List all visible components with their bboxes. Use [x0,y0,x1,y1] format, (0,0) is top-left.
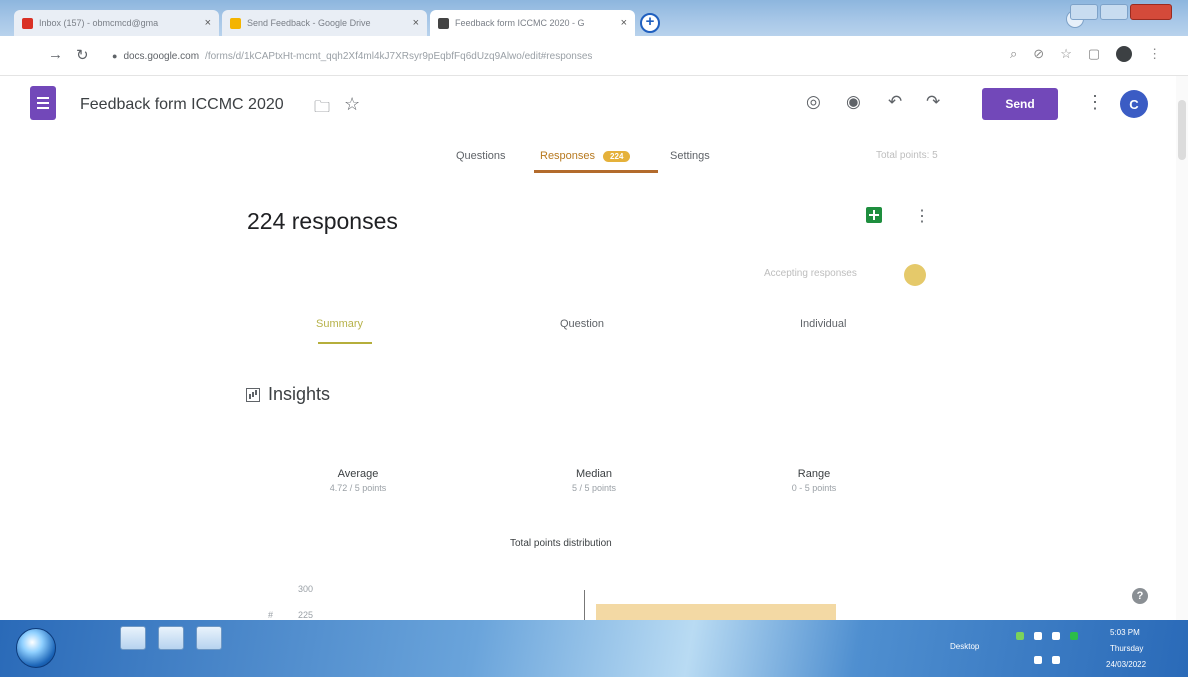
chart-axis-line [584,590,585,620]
star-icon[interactable]: ☆ [344,94,360,115]
security-icon[interactable] [1070,632,1078,640]
toolbar-icons: ⌕ ⊘ ☆ ▢ ⋮ [1010,46,1161,62]
account-avatar[interactable]: C [1120,90,1148,118]
reading-list-icon[interactable]: ▢ [1088,46,1100,62]
tab-title: Inbox (157) - obmcmcd@gma [39,18,159,28]
stat-label: Range [797,468,831,480]
menu-kebab-icon[interactable]: ⋮ [1148,46,1161,62]
reload-icon[interactable]: ↻ [76,46,89,64]
lock-icon: ● [112,51,118,61]
accepting-responses-toggle[interactable] [904,264,926,286]
url-path: /forms/d/1kCAPtxHt-mcmt_qqh2Xf4ml4kJ7XRs… [205,50,593,62]
stat-value: 5 / 5 points [571,483,617,493]
sheets-icon[interactable] [866,207,882,223]
y-tick-label: 300 [298,584,314,594]
taskbar-ie-icon[interactable] [120,626,146,650]
responses-count-badge: 224 [603,151,631,162]
clock-time[interactable]: 5:03 PM [1110,628,1140,637]
stat-value: 0 - 5 points [791,483,837,493]
stat-range: Range 0 - 5 points [754,468,874,493]
close-icon[interactable]: × [205,17,211,29]
browser-tab-forms[interactable]: Feedback form ICCMC 2020 - G × [430,10,635,36]
url-host: docs.google.com [123,50,200,62]
close-icon[interactable]: × [621,17,627,29]
stat-average: Average 4.72 / 5 points [298,468,418,493]
browser-tab-gmail[interactable]: Inbox (157) - obmcmcd@gma × [14,10,219,36]
drive-icon [230,17,241,29]
network-icon[interactable] [1016,632,1024,640]
subtab-summary[interactable]: Summary [316,318,363,330]
stat-label: Median [575,468,613,480]
chart-bar [596,604,836,620]
bookmark-star-icon[interactable]: ☆ [1060,46,1072,62]
tab-questions[interactable]: Questions [456,150,506,162]
forms-header: Feedback form ICCMC 2020 🗀 ☆ ◎ ◉ ↶ ↷ Sen… [0,76,1188,136]
search-icon[interactable]: ⌕ [1010,46,1017,62]
preview-eye-icon[interactable]: ◉ [846,92,861,112]
tab-responses-label: Responses [540,150,596,162]
stat-value: 4.72 / 5 points [329,483,387,493]
tab-title: Send Feedback - Google Drive [247,18,371,28]
y-axis-label: # [268,610,274,620]
flag-icon[interactable] [1052,632,1060,640]
close-icon[interactable]: × [413,17,419,29]
tab-title: Feedback form ICCMC 2020 - G [455,18,585,28]
close-window-button[interactable] [1130,4,1172,20]
address-bar: → ↻ ● docs.google.com /forms/d/1kCAPtxHt… [0,36,1188,76]
active-tab-indicator [534,170,658,173]
new-tab-button[interactable]: + [640,13,660,33]
stat-label: Average [337,468,379,480]
desktop-toolbar-label[interactable]: Desktop [950,642,979,651]
taskbar-explorer-icon[interactable] [158,626,184,650]
insights-chart-icon [246,388,260,402]
chart-title: Total points distribution [510,538,612,549]
subtab-indicator [318,342,372,344]
maximize-button[interactable] [1100,4,1128,20]
tray-icon[interactable] [1052,656,1060,664]
send-button[interactable]: Send [982,88,1058,120]
customize-theme-icon[interactable]: ◎ [806,92,821,112]
subtab-question[interactable]: Question [560,318,604,330]
accepting-responses-label: Accepting responses [764,268,857,279]
scrollbar-thumb[interactable] [1178,100,1186,160]
windows-taskbar: Desktop 5:03 PM Thursday 24/03/2022 [0,620,1188,677]
extension-icon[interactable]: ⊘ [1033,46,1044,62]
clock-day[interactable]: Thursday [1110,644,1143,653]
url-field[interactable]: ● docs.google.com /forms/d/1kCAPtxHt-mcm… [112,45,982,67]
tab-responses[interactable]: Responses 224 [540,150,631,162]
minimize-button[interactable] [1070,4,1098,20]
folder-icon[interactable]: 🗀 [314,96,330,123]
clock-date[interactable]: 24/03/2022 [1106,660,1146,669]
undo-icon[interactable]: ↶ [888,92,902,112]
forms-tab-icon [438,17,449,29]
profile-avatar-icon[interactable] [1116,46,1133,62]
window-controls [1070,4,1172,20]
insights-title: Insights [268,384,331,404]
browser-tab-strip: Inbox (157) - obmcmcd@gma × Send Feedbac… [0,0,1188,36]
more-options-icon[interactable]: ⋮ [1086,92,1104,113]
tray-icon[interactable] [1034,656,1042,664]
start-button[interactable] [16,628,56,668]
stat-median: Median 5 / 5 points [534,468,654,493]
back-arrow-icon[interactable]: → [48,46,63,63]
volume-icon[interactable] [1034,632,1042,640]
responses-count: 224 responses [247,208,398,234]
form-title[interactable]: Feedback form ICCMC 2020 [80,96,284,114]
subtab-individual[interactable]: Individual [800,318,846,330]
redo-icon[interactable]: ↷ [926,92,940,112]
help-icon[interactable]: ? [1132,588,1148,604]
gmail-icon [22,17,33,29]
form-tabs: Questions Responses 224 Settings Total po… [0,136,1188,176]
responses-more-icon[interactable]: ⋮ [914,206,930,226]
google-forms-logo-icon[interactable] [30,86,56,120]
browser-tab-drive[interactable]: Send Feedback - Google Drive × [222,10,427,36]
total-points-label: Total points: 5 [876,150,938,161]
taskbar-app-icon[interactable] [196,626,222,650]
y-tick-label: 225 [298,610,314,620]
tab-settings[interactable]: Settings [670,150,710,162]
